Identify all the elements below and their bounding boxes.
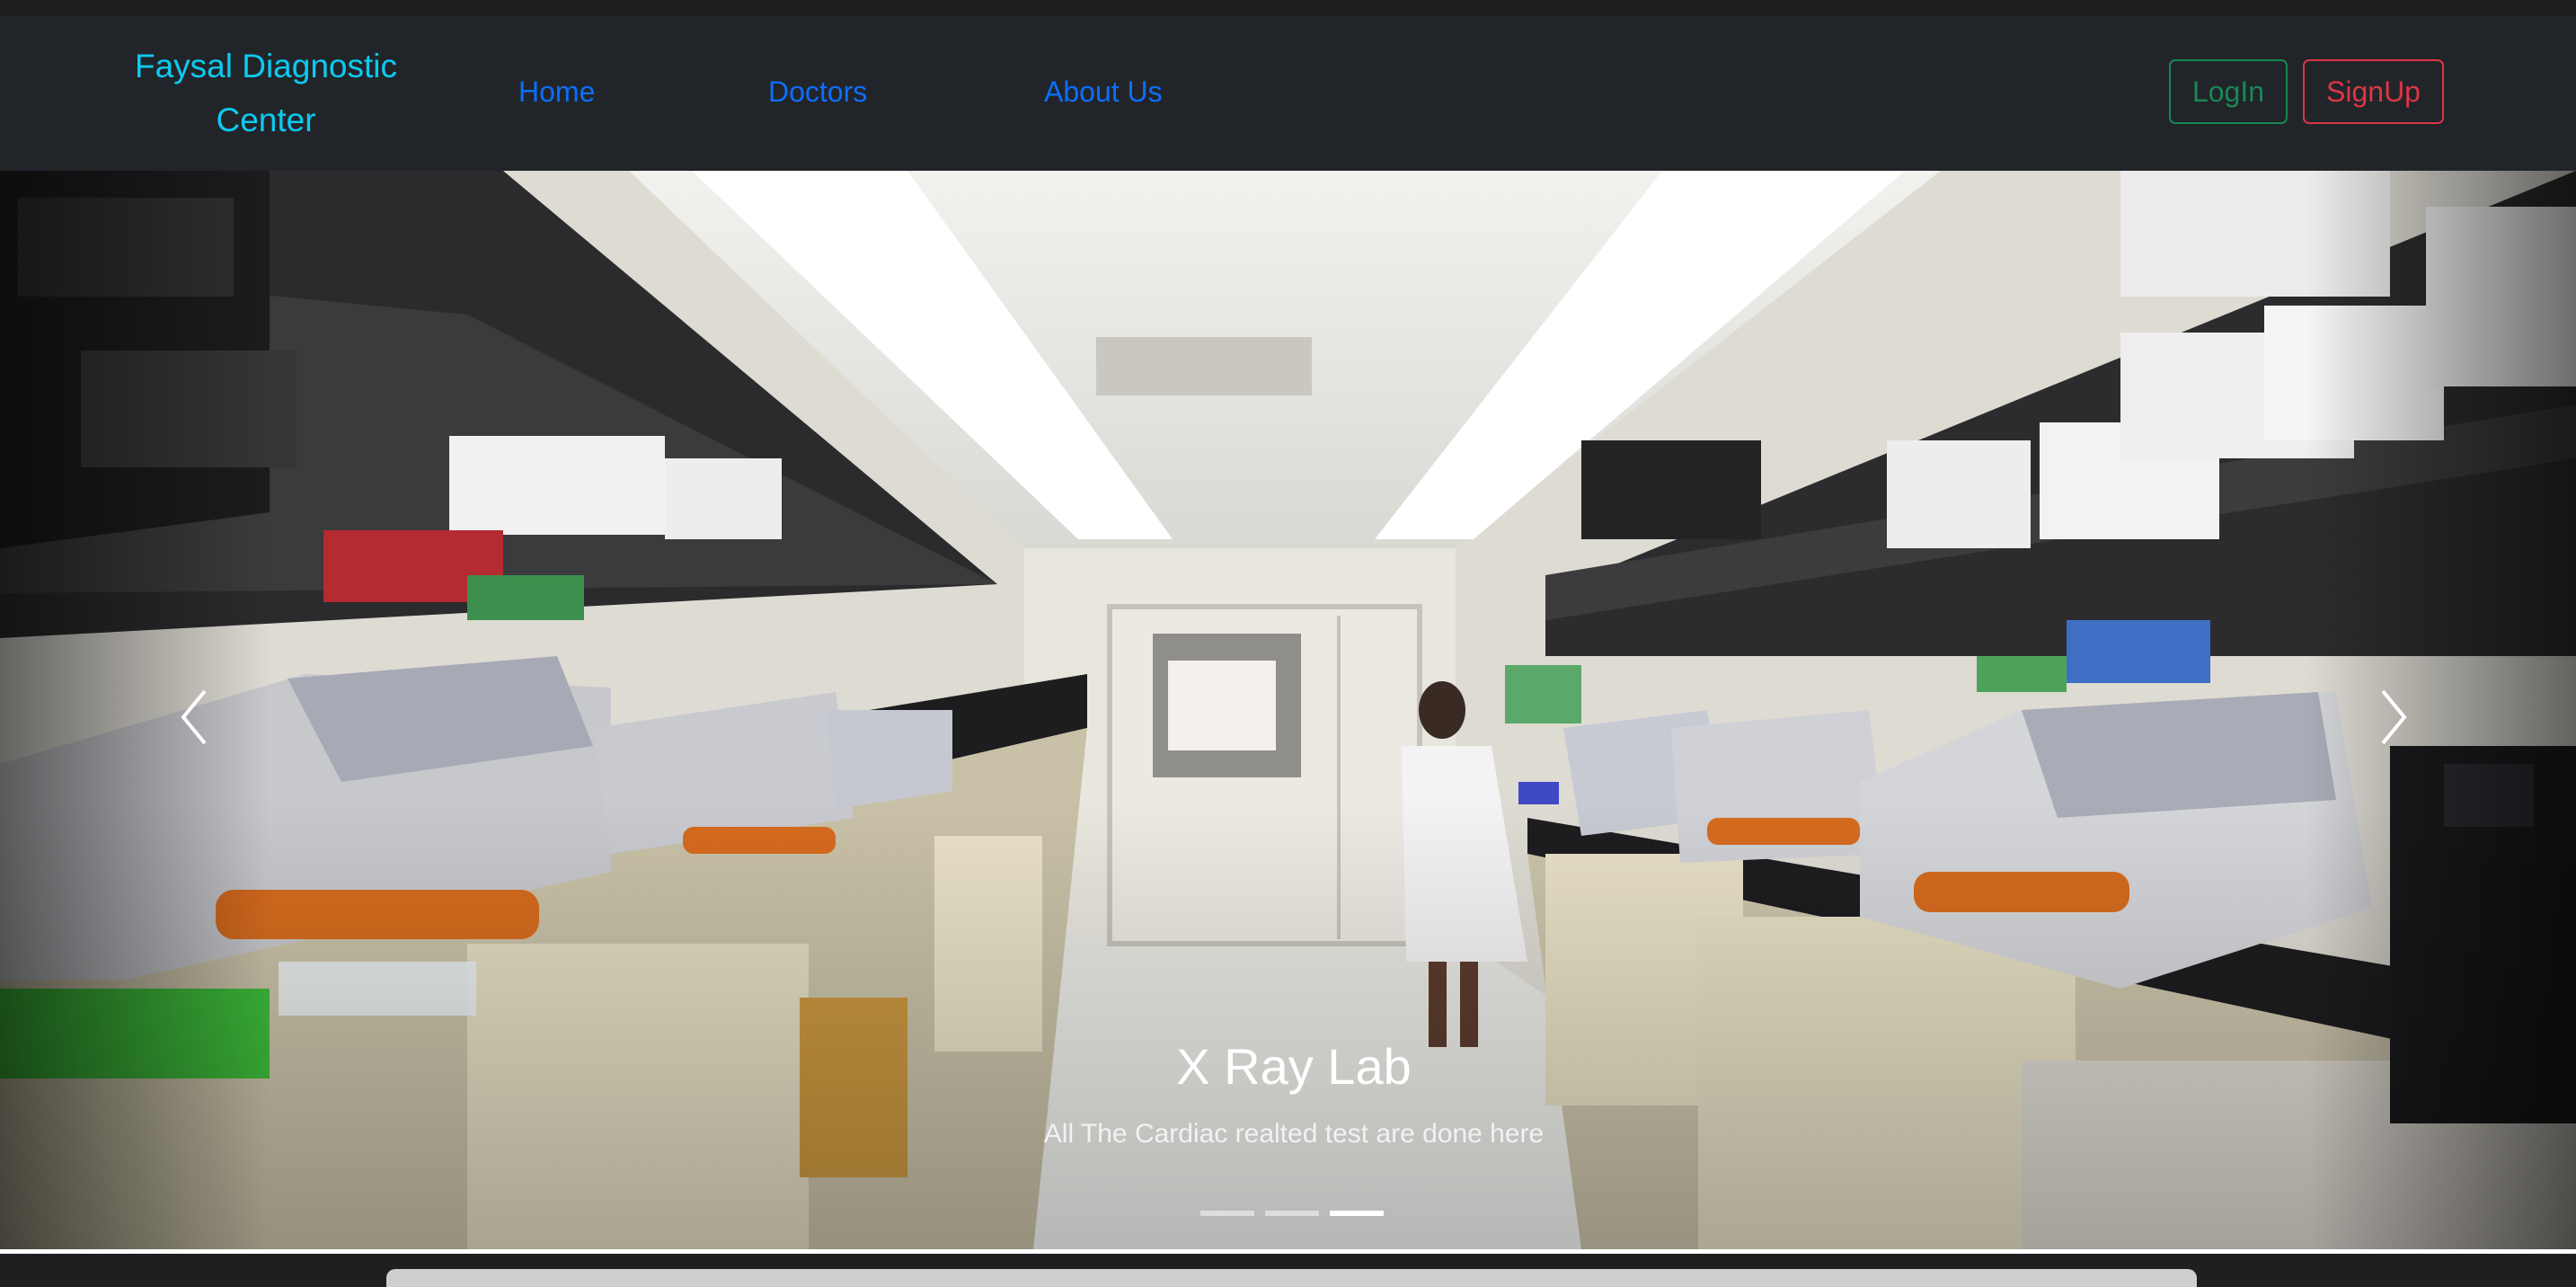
chevron-left-icon <box>176 686 212 753</box>
login-button[interactable]: LogIn <box>2169 59 2288 124</box>
brand-logo-text[interactable]: Faysal Diagnostic Center <box>117 40 415 147</box>
carousel-indicators <box>1200 1211 1384 1221</box>
browser-viewport: Faysal Diagnostic Center Home Doctors Ab… <box>0 16 2576 1254</box>
nav-link-about-us[interactable]: About Us <box>1044 72 1163 111</box>
chevron-right-icon <box>2376 686 2412 753</box>
carousel-indicator-3[interactable] <box>1330 1211 1384 1216</box>
carousel-prev-button[interactable] <box>167 674 221 764</box>
navbar: Faysal Diagnostic Center Home Doctors Ab… <box>0 16 2576 171</box>
hero-carousel: X Ray Lab All The Cardiac realted test a… <box>0 171 2576 1249</box>
carousel-indicator-1[interactable] <box>1200 1211 1254 1216</box>
next-window-edge <box>386 1269 2197 1287</box>
nav-link-home[interactable]: Home <box>518 72 595 111</box>
nav-link-doctors[interactable]: Doctors <box>768 72 867 111</box>
carousel-caption-title: X Ray Lab <box>1176 1038 1412 1095</box>
carousel-indicator-2[interactable] <box>1265 1211 1319 1216</box>
signup-button[interactable]: SignUp <box>2303 59 2444 124</box>
carousel-next-button[interactable] <box>2367 674 2421 764</box>
carousel-caption-text: All The Cardiac realted test are done he… <box>1043 1119 1545 1149</box>
